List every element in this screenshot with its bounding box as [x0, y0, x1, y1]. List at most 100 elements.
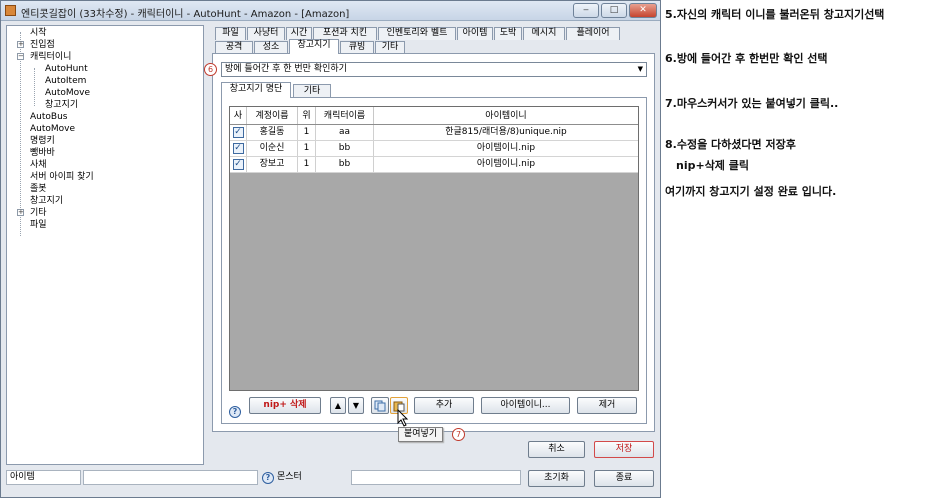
tree-item[interactable]: 명령키 — [7, 135, 203, 147]
tree-item-label: 뺑바바 — [30, 148, 55, 158]
note-complete: 여기까지 창고지기 설정 완료 입니다. — [665, 185, 837, 198]
tab-6[interactable]: 도박 — [494, 27, 522, 40]
checkbox[interactable]: ✓ — [232, 159, 244, 170]
minimize-button[interactable]: ‒ — [573, 3, 599, 18]
tree-item[interactable]: 창고지기 — [7, 195, 203, 207]
status-blank-1 — [83, 470, 258, 485]
cell-char: bb — [316, 141, 374, 156]
status-blank-2 — [351, 470, 521, 485]
tree-item[interactable]: 시작 — [7, 27, 203, 39]
check-mode-dropdown[interactable]: 방에 들어간 후 한 번만 확인하기 ▼ — [221, 62, 647, 77]
table-row[interactable]: ✓ 장보고 1 bb 아이템이니.nip — [230, 157, 638, 173]
title-bar: 엔티콧길잡이 (33차수정) - 캐릭터이니 - AutoHunt - Amaz… — [1, 1, 660, 21]
cell-item: 아이템이니.nip — [476, 159, 536, 169]
cancel-button[interactable]: 취소 — [528, 441, 585, 458]
row-checkbox-cell[interactable]: ✓ — [230, 125, 247, 140]
tree-item[interactable]: 파일 — [7, 219, 203, 231]
col-pos: 위 — [298, 107, 316, 124]
add-button[interactable]: 추가 — [414, 397, 474, 414]
col-check: 사 — [230, 107, 247, 124]
checkbox[interactable]: ✓ — [232, 127, 244, 138]
main-window: 엔티콧길잡이 (33차수정) - 캐릭터이니 - AutoHunt - Amaz… — [0, 0, 661, 498]
paste-tooltip: 붙여넣기 — [398, 427, 444, 442]
tree-item-label: AutoBus — [30, 112, 68, 122]
grid-header: 사 계정이름 위 캐릭터이름 아이템이니 — [230, 107, 638, 125]
tab-1[interactable]: 사냥터 — [247, 27, 285, 40]
monster-help-icon[interactable]: ? — [262, 472, 274, 484]
checkbox[interactable]: ✓ — [232, 143, 244, 154]
tree-item-label: 명령키 — [30, 136, 55, 146]
tab2-2[interactable]: 창고지기 — [289, 39, 339, 54]
tab-7[interactable]: 메시지 — [523, 27, 565, 40]
tree-item[interactable]: AutoMove — [7, 123, 203, 135]
cell-item: 한글815/래더용/8)unique.nip — [445, 127, 567, 137]
tab-5[interactable]: 아이템 — [457, 27, 493, 40]
tab-inner-etc[interactable]: 기타 — [293, 84, 331, 98]
expand-icon[interactable]: + — [17, 41, 24, 48]
copy-icon — [374, 400, 386, 412]
remove-button[interactable]: 제거 — [577, 397, 637, 414]
chevron-down-icon: ▼ — [637, 65, 643, 73]
tree-item[interactable]: + 기타 — [7, 207, 203, 219]
expand-icon[interactable]: + — [17, 209, 24, 216]
tab-4[interactable]: 인벤토리와 벨트 — [378, 27, 456, 40]
tree-item[interactable]: 사채 — [7, 159, 203, 171]
row-checkbox-cell[interactable]: ✓ — [230, 141, 247, 156]
cell-char: bb — [316, 157, 374, 172]
copy-button[interactable] — [371, 397, 389, 414]
collapse-icon[interactable]: − — [17, 53, 24, 60]
cell-account: 이순신 — [247, 141, 298, 156]
status-monster: 몬스터 — [277, 472, 302, 482]
window-title: 엔티콧길잡이 (33차수정) - 캐릭터이니 - AutoHunt - Amaz… — [21, 9, 350, 20]
tree-item-label: AutoMove — [45, 88, 91, 98]
reset-button[interactable]: 초기화 — [528, 470, 585, 487]
tree-item-label: 창고지기 — [45, 100, 79, 110]
tree-item[interactable]: 서버 아이피 찾기 — [7, 171, 203, 183]
tree-item[interactable]: AutoMove — [7, 87, 203, 99]
tab-8[interactable]: 플레이어 — [566, 27, 620, 40]
move-down-button[interactable]: ▼ — [348, 397, 364, 414]
tree-item-label: 진입점 — [30, 40, 55, 50]
tab-0[interactable]: 파일 — [215, 27, 246, 40]
status-item: 아이템 — [6, 470, 81, 485]
table-row[interactable]: ✓ 이순신 1 bb 아이템이니.nip — [230, 141, 638, 157]
tree-item[interactable]: AutoItem — [7, 75, 203, 87]
maximize-button[interactable]: □ — [601, 3, 627, 18]
save-button[interactable]: 저장 — [594, 441, 654, 458]
tree-item[interactable]: AutoBus — [7, 111, 203, 123]
tree-item[interactable]: + 진입점 — [7, 39, 203, 51]
tree-item[interactable]: AutoHunt — [7, 63, 203, 75]
category-tree[interactable]: 시작 + 진입점 − 캐릭터이니 AutoHunt AutoItem AutoMove 창고지기… — [6, 25, 204, 465]
cell-account: 장보고 — [247, 157, 298, 172]
tree-item-label: 파일 — [30, 220, 47, 230]
storage-grid[interactable]: 사 계정이름 위 캐릭터이름 아이템이니 ✓ 홍길동 1 aa 한글815/래더용/8)… — [229, 106, 639, 391]
exit-button[interactable]: 종료 — [594, 470, 654, 487]
tree-item-label: 캐릭터이니 — [30, 52, 72, 62]
item-ini-button[interactable]: 아이템이니... — [481, 397, 570, 414]
marker-7: 7 — [452, 428, 465, 441]
note-step8-cont: nip+삭제 클릭 — [676, 159, 750, 172]
help-icon[interactable]: ? — [229, 406, 241, 418]
mouse-cursor-icon — [397, 409, 409, 427]
tree-item[interactable]: − 캐릭터이니 — [7, 51, 203, 63]
cell-pos: 1 — [298, 141, 316, 156]
tree-item[interactable]: 졸봇 — [7, 183, 203, 195]
move-up-button[interactable]: ▲ — [330, 397, 346, 414]
tree-item-label: 기타 — [30, 208, 47, 218]
cell-char: aa — [316, 125, 374, 140]
check-mode-value: 방에 들어간 후 한 번만 확인하기 — [225, 64, 347, 74]
close-button[interactable]: ✕ — [629, 3, 657, 18]
tab-storage-list[interactable]: 창고지기 명단 — [221, 82, 291, 98]
tree-item[interactable]: 뺑바바 — [7, 147, 203, 159]
cell-pos: 1 — [298, 157, 316, 172]
tree-item-label: AutoMove — [30, 124, 76, 134]
table-row[interactable]: ✓ 홍길동 1 aa 한글815/래더용/8)unique.nip — [230, 125, 638, 141]
app-icon — [5, 5, 16, 16]
note-step5: 5.자신의 캐릭터 이니를 불러온뒤 창고지기선택 — [665, 8, 885, 21]
tree-item[interactable]: 창고지기 — [7, 99, 203, 111]
row-checkbox-cell[interactable]: ✓ — [230, 157, 247, 172]
tree-item-label: AutoHunt — [45, 64, 88, 74]
cell-account: 홍길동 — [247, 125, 298, 140]
nip-delete-button[interactable]: nip+ 삭제 — [249, 397, 321, 414]
col-account: 계정이름 — [247, 107, 298, 124]
